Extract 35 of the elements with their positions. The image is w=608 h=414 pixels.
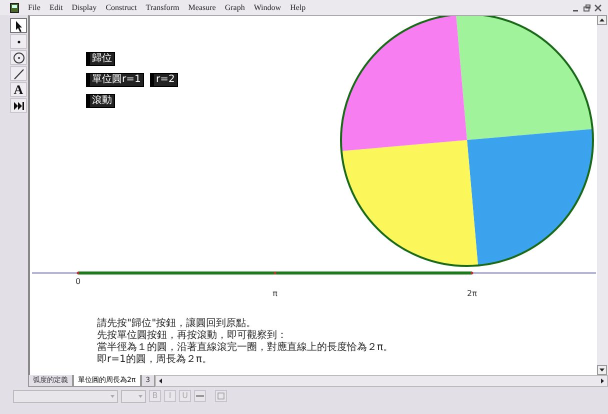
menu-item[interactable]: Window <box>254 4 282 12</box>
instruction-text: 當半徑為１的圓，沿著直線滾完一圈，對應直線上的長度恰為２π。 <box>97 342 394 354</box>
compass-icon <box>12 52 24 64</box>
instruction-text: 先按單位圓按鈕，再按滾動，即可觀察到： <box>97 330 288 342</box>
custom-tool[interactable] <box>10 98 27 113</box>
menu-item[interactable]: Measure <box>188 4 216 12</box>
square-icon <box>217 392 225 400</box>
action-button[interactable]: r=2 <box>150 73 178 87</box>
instruction-text: 請先按"歸位"按鈕，讓圓回到原點。 <box>97 318 258 330</box>
axis-label: π <box>272 290 278 298</box>
menu-item[interactable]: Edit <box>49 4 63 12</box>
action-button[interactable]: 滾動 <box>86 94 115 108</box>
menu-item[interactable]: File <box>28 4 40 12</box>
menu-item[interactable]: Construct <box>106 4 137 12</box>
menu-item[interactable]: Graph <box>224 4 245 12</box>
menu-item[interactable]: Help <box>290 4 306 12</box>
line-tool[interactable] <box>10 66 27 81</box>
menu-item[interactable]: Transform <box>146 4 180 12</box>
text-tool[interactable]: A <box>10 82 27 97</box>
restore-icon[interactable] <box>583 4 591 12</box>
instruction-text: 即r=1的圓，周長為２π。 <box>97 354 213 366</box>
action-button[interactable]: 單位圓r=1 <box>86 73 144 87</box>
tick-mark <box>470 272 474 274</box>
document-icon <box>10 2 19 12</box>
compass-tool[interactable] <box>10 50 27 65</box>
close-icon[interactable] <box>594 4 602 12</box>
tick-mark <box>76 272 80 274</box>
line-icon <box>12 68 24 80</box>
axis-label: 0 <box>75 278 81 286</box>
menu-item[interactable]: Display <box>72 4 97 12</box>
fast-forward-icon <box>12 100 24 112</box>
arrow-tool[interactable] <box>10 18 27 33</box>
tick-mark <box>274 272 276 274</box>
action-button[interactable]: 歸位 <box>86 52 115 66</box>
axis-label: 2π <box>467 290 477 298</box>
